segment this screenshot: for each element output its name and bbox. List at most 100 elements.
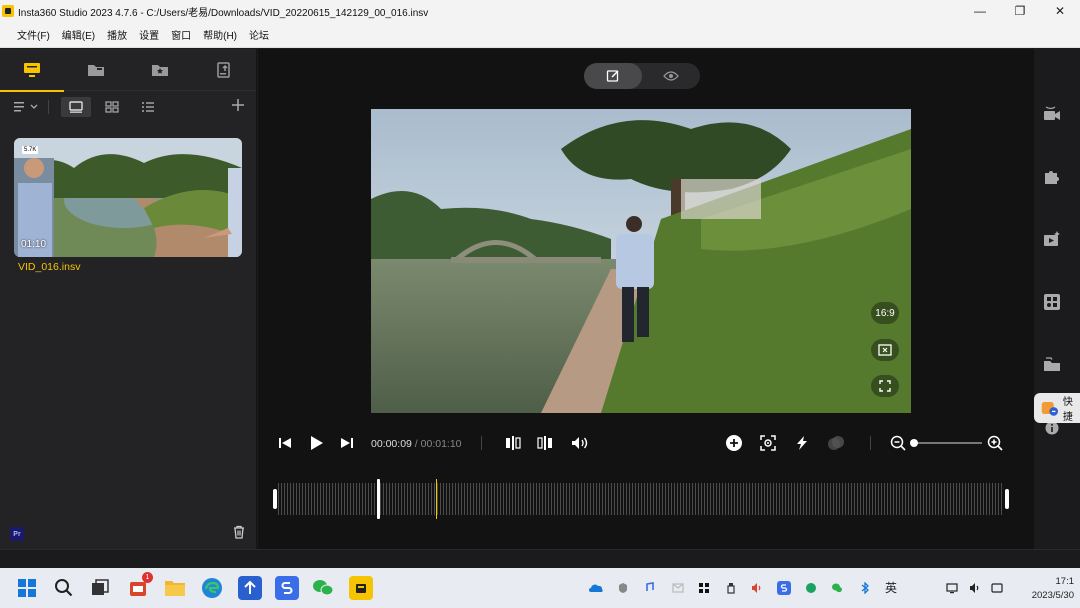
video-preview[interactable]: 16:9 xyxy=(371,109,911,413)
fullscreen-icon xyxy=(879,380,891,392)
delete-button[interactable] xyxy=(232,525,248,541)
insta360-taskbar-button[interactable] xyxy=(349,576,373,600)
preview-mode-button[interactable] xyxy=(642,63,700,89)
timeline-track[interactable] xyxy=(272,479,1010,519)
playback-controls: 00:00:09 / 00:01:10 xyxy=(258,425,1034,461)
preview-frame xyxy=(371,109,911,413)
menu-settings[interactable]: 设置 xyxy=(139,27,159,42)
clip-thumbnail: 5.7K 01:10 xyxy=(14,138,242,257)
close-button[interactable]: ✕ xyxy=(1040,0,1080,22)
trim-start-icon xyxy=(506,436,521,450)
music-tray-icon[interactable] xyxy=(642,581,656,595)
office-app-button[interactable]: 1 xyxy=(126,572,153,600)
fullscreen-button[interactable] xyxy=(871,375,899,397)
minimize-button[interactable]: — xyxy=(960,0,1000,22)
menu-bar: 文件(F) 编辑(E) 播放 设置 窗口 帮助(H) 论坛 xyxy=(0,22,1080,48)
plus-circle-icon xyxy=(726,435,742,451)
zoom-in-button[interactable] xyxy=(985,433,1005,453)
windows-taskbar: 1 英 17:1 2023/5/30 xyxy=(0,568,1080,608)
wechat-tray-icon[interactable] xyxy=(830,581,844,595)
edit-mode-button[interactable] xyxy=(584,63,642,89)
template-button[interactable] xyxy=(1042,292,1062,312)
grid-view-button[interactable] xyxy=(97,97,127,117)
start-button[interactable] xyxy=(15,576,39,600)
tab-local-media[interactable] xyxy=(0,49,64,92)
wechat-icon xyxy=(313,580,334,596)
volume-icon xyxy=(572,437,588,449)
bluetooth-tray-icon[interactable] xyxy=(858,581,872,595)
file-explorer-button[interactable] xyxy=(163,576,187,600)
quick-launch-widget[interactable]: 快捷 xyxy=(1034,393,1080,423)
snap-app-button[interactable] xyxy=(275,576,299,600)
timecode-display: 00:00:09 / 00:01:10 xyxy=(371,438,462,450)
menu-window[interactable]: 窗口 xyxy=(171,27,191,42)
add-media-button[interactable] xyxy=(230,97,248,115)
usb-tray-icon[interactable] xyxy=(724,581,738,595)
eye-icon xyxy=(663,71,679,81)
export-doc-icon xyxy=(217,62,230,78)
menu-file[interactable]: 文件(F) xyxy=(17,27,50,42)
mark-out-button[interactable] xyxy=(535,433,555,453)
media-clip-card[interactable]: 5.7K 01:10 xyxy=(14,138,242,258)
system-clock[interactable]: 17:1 2023/5/30 xyxy=(1010,575,1074,603)
camera-tool-button[interactable] xyxy=(1042,105,1062,125)
tab-favorites[interactable] xyxy=(128,49,192,91)
zoom-slider-handle[interactable] xyxy=(910,439,918,447)
edge-icon xyxy=(202,578,222,598)
chat-tray-icon[interactable] xyxy=(804,581,818,595)
app-grid-tray-icon[interactable] xyxy=(697,581,711,595)
template-grid-icon xyxy=(1044,294,1060,310)
ai-edit-button[interactable] xyxy=(792,433,812,453)
input-language-indicator[interactable]: 英 xyxy=(885,579,897,596)
next-button[interactable] xyxy=(337,433,357,453)
window-title: Insta360 Studio 2023 4.7.6 - C:/Users/老易… xyxy=(18,7,429,19)
onedrive-icon[interactable] xyxy=(589,581,603,595)
library-toolbar xyxy=(0,91,256,123)
zoom-out-button[interactable] xyxy=(888,433,908,453)
speaker-red-tray-icon[interactable] xyxy=(750,581,764,595)
large-thumbnail-view-button[interactable] xyxy=(61,97,91,117)
sort-button[interactable] xyxy=(14,101,38,113)
editor-main-area: 16:9 00:00:09 / 00:01:10 xyxy=(258,49,1034,549)
volume-button[interactable] xyxy=(570,433,590,453)
zoom-out-icon xyxy=(890,435,906,451)
search-button[interactable] xyxy=(52,576,76,600)
track-target-button[interactable] xyxy=(758,433,778,453)
keyframe-marker xyxy=(436,479,437,519)
mark-in-button[interactable] xyxy=(503,433,523,453)
zoom-slider-track[interactable] xyxy=(914,442,982,444)
volume-tray-icon[interactable] xyxy=(968,581,982,595)
play-button[interactable] xyxy=(307,433,327,453)
trim-start-handle[interactable] xyxy=(273,489,277,509)
premiere-pro-icon[interactable]: Pr xyxy=(10,527,24,541)
menu-forum[interactable]: 论坛 xyxy=(249,27,269,42)
title-bar: Insta360 Studio 2023 4.7.6 - C:/Users/老易… xyxy=(0,0,1080,22)
menu-play[interactable]: 播放 xyxy=(107,27,127,42)
aspect-ratio-button[interactable]: 16:9 xyxy=(871,302,899,324)
tab-folders[interactable] xyxy=(64,49,128,91)
mail-tray-icon[interactable] xyxy=(671,581,685,595)
chevron-down-icon xyxy=(30,104,38,109)
tab-projects[interactable] xyxy=(192,49,256,91)
media-effects-button[interactable] xyxy=(1042,229,1062,249)
feishu-button[interactable] xyxy=(238,576,262,600)
menu-help[interactable]: 帮助(H) xyxy=(203,27,237,42)
trim-end-handle[interactable] xyxy=(1005,489,1009,509)
network-tray-icon[interactable] xyxy=(945,581,959,595)
add-keyframe-button[interactable] xyxy=(724,433,744,453)
playhead[interactable] xyxy=(377,479,380,519)
controls-divider xyxy=(481,436,482,450)
s-tray-icon[interactable] xyxy=(777,581,791,595)
maximize-button[interactable]: ❐ xyxy=(1000,0,1040,22)
notification-tray-icon[interactable] xyxy=(990,581,1004,595)
plugins-button[interactable] xyxy=(1042,167,1062,187)
list-view-button[interactable] xyxy=(133,97,163,117)
edge-browser-button[interactable] xyxy=(200,576,224,600)
menu-edit[interactable]: 编辑(E) xyxy=(62,27,95,42)
security-tray-icon[interactable] xyxy=(616,581,630,595)
folder-tool-button[interactable] xyxy=(1042,354,1062,374)
reframe-button[interactable] xyxy=(871,339,899,361)
previous-button[interactable] xyxy=(275,433,295,453)
wechat-button[interactable] xyxy=(311,576,335,600)
task-view-button[interactable] xyxy=(88,576,112,600)
